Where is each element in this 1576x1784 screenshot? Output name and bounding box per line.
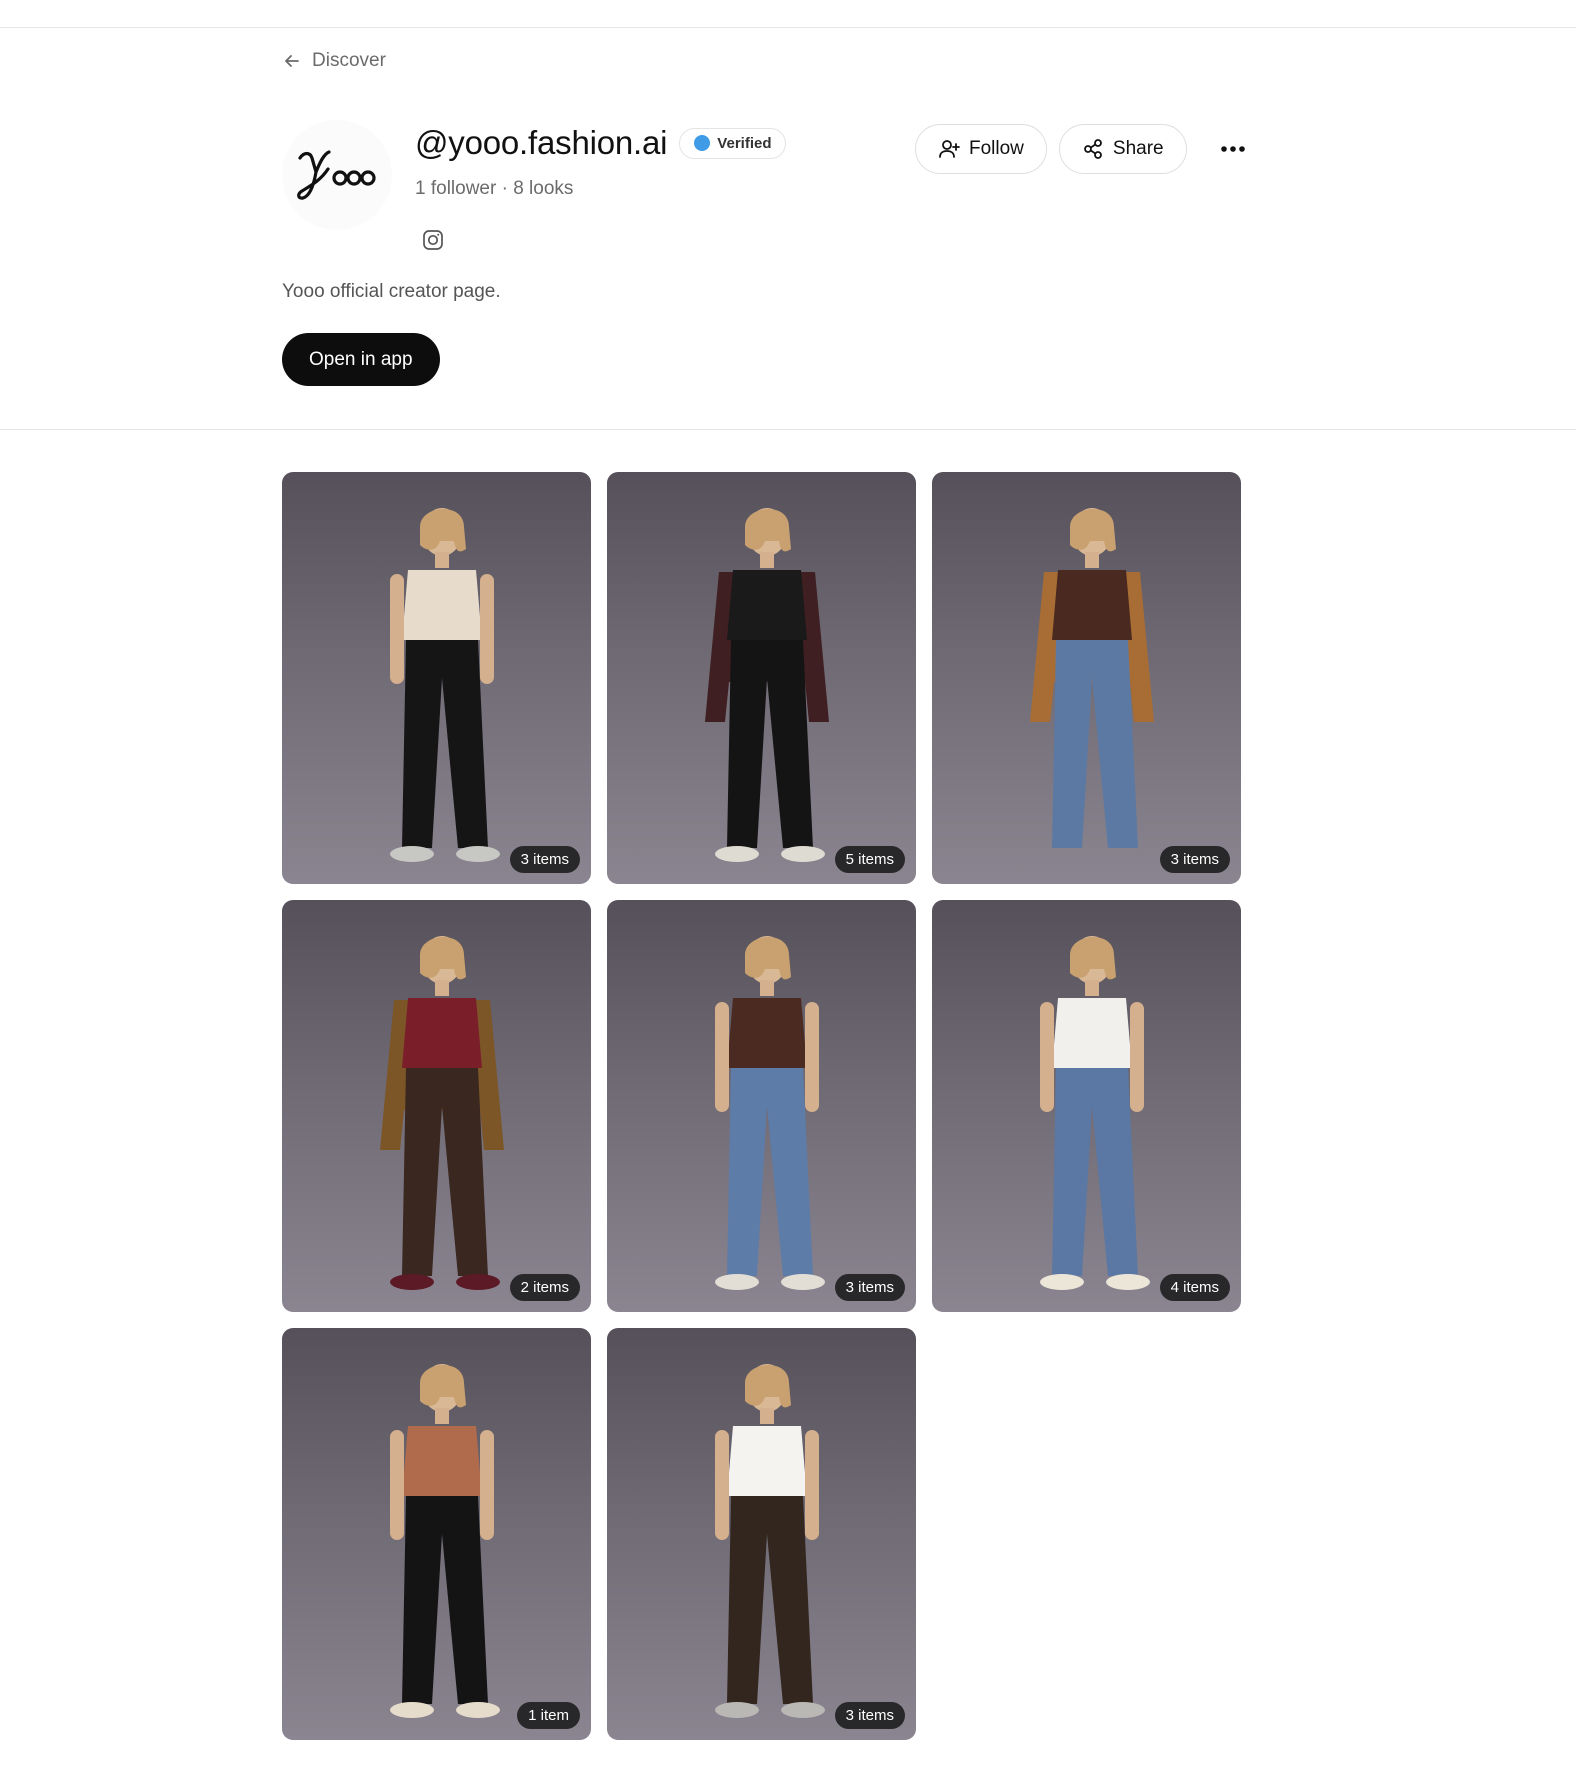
back-link-label: Discover <box>312 50 386 71</box>
profile-header: @yooo.fashion.ai Verified <box>415 124 786 162</box>
top-divider <box>0 27 1576 28</box>
profile-actions: Follow Share <box>915 124 1255 174</box>
look-photo <box>715 936 825 1290</box>
look-card[interactable]: 1 item <box>282 1328 591 1740</box>
section-divider <box>0 429 1576 430</box>
look-card[interactable]: 3 items <box>282 472 591 884</box>
share-label: Share <box>1112 138 1164 159</box>
looks-grid: 3 items 5 items 3 items 2 items 3 items 4 ite… <box>282 472 1242 1740</box>
look-card[interactable]: 2 items <box>282 900 591 1312</box>
share-icon <box>1084 139 1102 159</box>
verified-check-icon <box>694 135 711 151</box>
look-photo <box>705 508 829 862</box>
verified-badge: Verified <box>679 127 786 159</box>
item-count-badge: 4 items <box>1159 1274 1230 1301</box>
more-options-button[interactable] <box>1211 127 1255 171</box>
item-count-badge: 5 items <box>834 846 905 873</box>
look-card[interactable]: 5 items <box>607 472 916 884</box>
item-count-badge: 3 items <box>834 1274 905 1301</box>
look-photo <box>390 1364 500 1718</box>
look-card[interactable]: 3 items <box>607 1328 916 1740</box>
user-plus-icon <box>939 140 960 158</box>
item-count-badge: 2 items <box>509 1274 580 1301</box>
back-to-discover-link[interactable]: Discover <box>282 50 386 72</box>
item-count-badge: 1 item <box>517 1702 580 1729</box>
open-in-app-button[interactable]: Open in app <box>282 333 440 386</box>
look-photo <box>390 508 500 862</box>
item-count-badge: 3 items <box>509 846 580 873</box>
more-icon <box>1220 146 1245 152</box>
profile-stats: 1 follower · 8 looks <box>415 178 574 199</box>
item-count-badge: 3 items <box>834 1702 905 1729</box>
yooo-logo-icon <box>297 150 376 200</box>
follow-button[interactable]: Follow <box>915 124 1047 174</box>
profile-bio: Yooo official creator page. <box>282 281 501 302</box>
arrow-left-icon <box>285 55 299 67</box>
look-photo <box>715 1364 825 1718</box>
item-count-badge: 3 items <box>1159 846 1230 873</box>
look-card[interactable]: 3 items <box>932 472 1241 884</box>
look-photo <box>1030 508 1154 848</box>
profile-avatar <box>282 120 392 230</box>
share-button[interactable]: Share <box>1058 124 1187 174</box>
verified-label: Verified <box>717 134 772 152</box>
look-photo <box>380 936 504 1290</box>
follow-label: Follow <box>969 138 1024 159</box>
profile-handle: @yooo.fashion.ai <box>415 124 668 161</box>
look-photo <box>1040 936 1150 1290</box>
instagram-icon[interactable] <box>421 228 445 252</box>
look-card[interactable]: 3 items <box>607 900 916 1312</box>
look-card[interactable]: 4 items <box>932 900 1241 1312</box>
